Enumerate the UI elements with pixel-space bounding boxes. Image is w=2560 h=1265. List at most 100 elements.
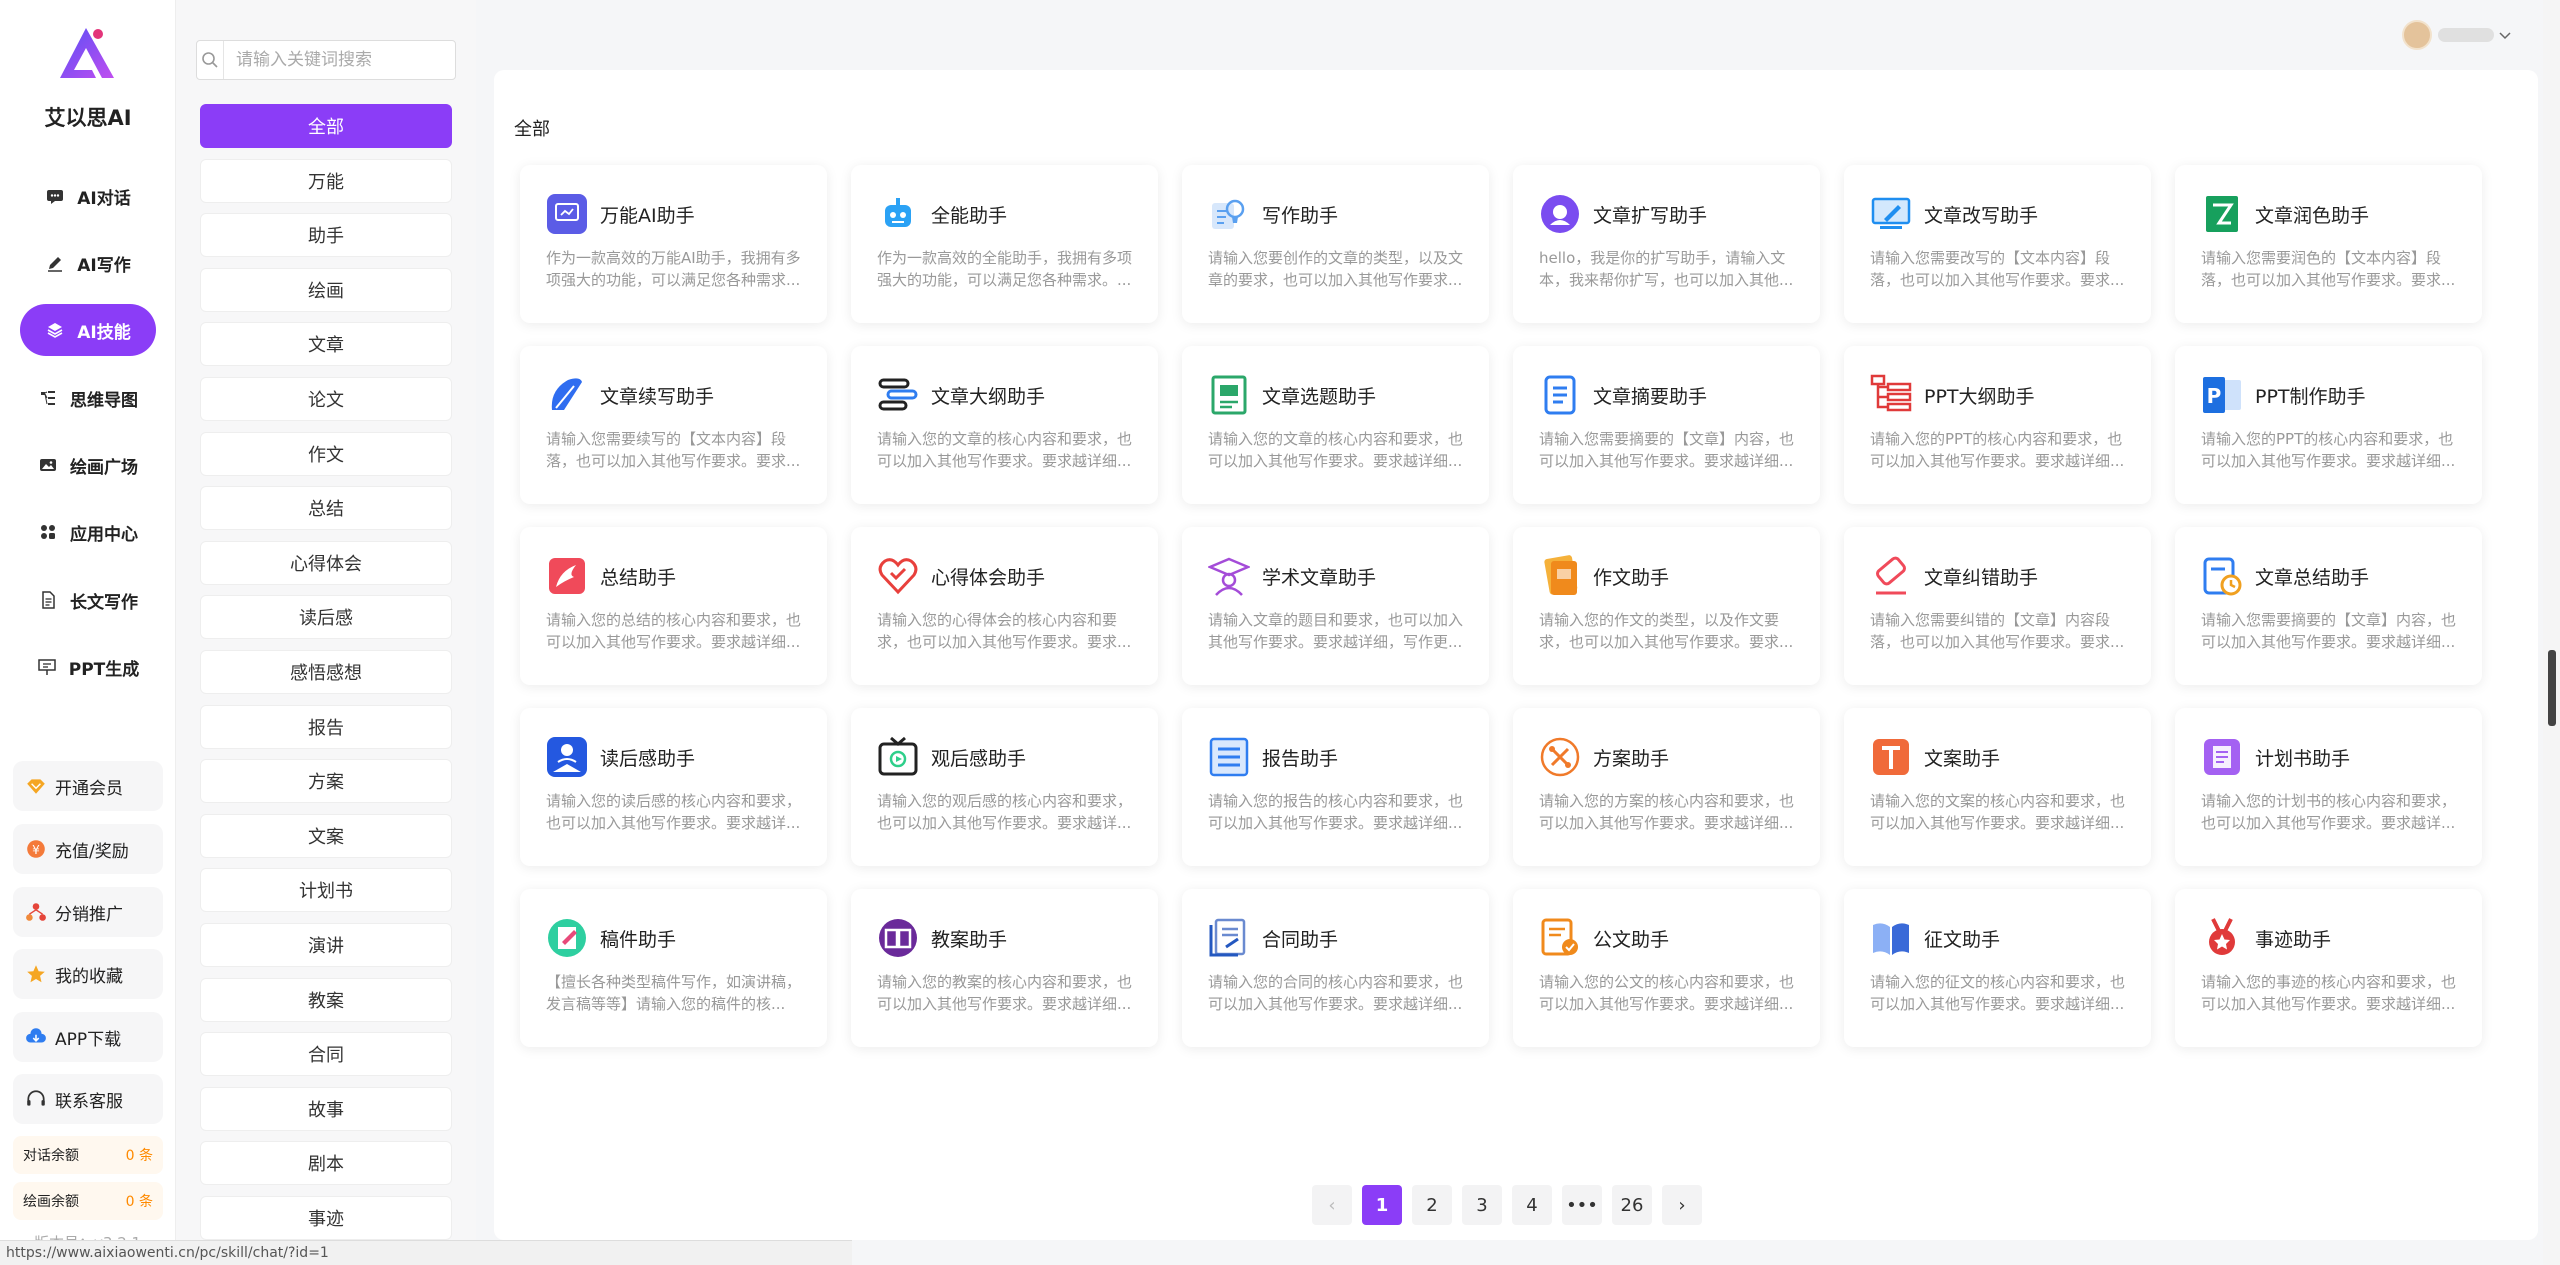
- chevron-down-icon: [2499, 32, 2511, 40]
- skill-card[interactable]: 作文助手 请输入您的作文的类型，以及作文要求，也可以加入其他写作要求。要求...: [1513, 527, 1820, 685]
- skill-card[interactable]: 写作助手 请输入您要创作的文章的类型，以及文章的要求，也可以加入其他写作要求...: [1182, 165, 1489, 323]
- skill-card[interactable]: 文章润色助手 请输入您需要润色的【文本内容】段落，也可以加入其他写作要求。要求..…: [2175, 165, 2482, 323]
- skill-card[interactable]: 万能AI助手 作为一款高效的万能AI助手，我拥有多项强大的功能，可以满足您各种需求…: [520, 165, 827, 323]
- scrollbar-thumb[interactable]: [2548, 650, 2556, 726]
- pen-icon: [45, 253, 65, 273]
- skill-card[interactable]: 文案助手 请输入您的文案的核心内容和要求，也可以加入其他写作要求。要求越详细...: [1844, 708, 2151, 866]
- nav-item-5[interactable]: 应用中心: [20, 506, 156, 558]
- page-button[interactable]: 2: [1412, 1185, 1452, 1225]
- skill-card[interactable]: 心得体会助手 请输入您的心得体会的核心内容和要求，也可以加入其他写作要求。要求..…: [851, 527, 1158, 685]
- skill-card-title: 文章纠错助手: [1924, 566, 2039, 589]
- skill-card[interactable]: 文章总结助手 请输入您需要摘要的【文章】内容，也可以加入其他写作要求。要求越详细.…: [2175, 527, 2482, 685]
- skill-card[interactable]: 读后感助手 请输入您的读后感的核心内容和要求，也可以加入其他写作要求。要求越详..…: [520, 708, 827, 866]
- category-item[interactable]: 读后感: [200, 595, 452, 640]
- category-item[interactable]: 感悟感想: [200, 650, 452, 694]
- username-blurred: [2438, 28, 2494, 42]
- skill-card[interactable]: 总结助手 请输入您的总结的核心内容和要求，也可以加入其他写作要求。要求越详细...: [520, 527, 827, 685]
- search-input[interactable]: [224, 50, 455, 70]
- skill-card[interactable]: 征文助手 请输入您的征文的核心内容和要求，也可以加入其他写作要求。要求越详细...: [1844, 889, 2151, 1047]
- skill-card-desc: 请输入您的事迹的核心内容和要求，也可以加入其他写作要求。要求越详细...: [2201, 973, 2456, 1013]
- page-scrollbar[interactable]: [2543, 0, 2560, 1265]
- skill-card-desc: 请输入您的公文的核心内容和要求，也可以加入其他写作要求。要求越详细...: [1539, 973, 1794, 1013]
- search-icon[interactable]: [197, 41, 224, 79]
- document-polish-icon: [2201, 193, 2243, 235]
- util-item-0[interactable]: 开通会员: [13, 761, 163, 811]
- user-menu[interactable]: [2402, 20, 2512, 50]
- skill-card-title: 报告助手: [1262, 747, 1339, 770]
- nav-item-7[interactable]: PPT生成: [20, 641, 156, 693]
- skill-card[interactable]: 文章改写助手 请输入您需要改写的【文本内容】段落，也可以加入其他写作要求。要求..…: [1844, 165, 2151, 323]
- svg-text:¥: ¥: [32, 843, 40, 857]
- next-page-button[interactable]: ›: [1662, 1185, 1702, 1225]
- skill-card[interactable]: 计划书助手 请输入您的计划书的核心内容和要求，也可以加入其他写作要求。要求越详..…: [2175, 708, 2482, 866]
- category-item[interactable]: 计划书: [200, 868, 452, 913]
- category-item[interactable]: 论文: [200, 377, 452, 421]
- brand-logo[interactable]: 艾以思AI: [0, 24, 176, 132]
- skill-card[interactable]: 合同助手 请输入您的合同的核心内容和要求，也可以加入其他写作要求。要求越详细...: [1182, 889, 1489, 1047]
- nav-item-2[interactable]: AI技能: [20, 304, 156, 356]
- skill-card[interactable]: 公文助手 请输入您的公文的核心内容和要求，也可以加入其他写作要求。要求越详细...: [1513, 889, 1820, 1047]
- nav-item-6[interactable]: 长文写作: [20, 574, 156, 626]
- util-item-3[interactable]: 我的收藏: [13, 949, 163, 999]
- skill-card[interactable]: 文章纠错助手 请输入您需要纠错的【文章】内容段落，也可以加入其他写作要求。要求..…: [1844, 527, 2151, 685]
- category-item[interactable]: 演讲: [200, 923, 452, 967]
- monitor-edit-icon: [1870, 193, 1912, 235]
- presentation-icon: [37, 657, 57, 677]
- page-button[interactable]: •••: [1562, 1185, 1602, 1225]
- nav-item-3[interactable]: 思维导图: [20, 372, 156, 424]
- util-item-1[interactable]: ¥ 充值/奖励: [13, 824, 163, 874]
- category-item[interactable]: 方案: [200, 759, 452, 804]
- category-item[interactable]: 助手: [200, 213, 452, 258]
- category-item[interactable]: 合同: [200, 1032, 452, 1077]
- category-item[interactable]: 绘画: [200, 267, 452, 312]
- skill-card[interactable]: 方案助手 请输入您的方案的核心内容和要求，也可以加入其他写作要求。要求越详细...: [1513, 708, 1820, 866]
- skill-card-title: 文章续写助手: [600, 385, 715, 408]
- skill-card[interactable]: 文章摘要助手 请输入您需要摘要的【文章】内容，也可以加入其他写作要求。要求越详细.…: [1513, 346, 1820, 504]
- util-item-4[interactable]: APP下载: [13, 1012, 163, 1062]
- page-button[interactable]: 3: [1462, 1185, 1502, 1225]
- skill-card[interactable]: 文章选题助手 请输入您的文章的核心内容和要求，也可以加入其他写作要求。要求越详细.…: [1182, 346, 1489, 504]
- category-item[interactable]: 教案: [200, 977, 452, 1022]
- category-item[interactable]: 文章: [200, 322, 452, 367]
- skill-card[interactable]: P PPT制作助手 请输入您的PPT的核心内容和要求，也可以加入其他写作要求。要求越…: [2175, 346, 2482, 504]
- nav-item-0[interactable]: AI对话: [20, 170, 156, 222]
- category-item[interactable]: 报告: [200, 704, 452, 749]
- medal-icon: [2201, 917, 2243, 959]
- skill-card[interactable]: 报告助手 请输入您的报告的核心内容和要求，也可以加入其他写作要求。要求越详细...: [1182, 708, 1489, 866]
- skill-card[interactable]: 稿件助手 【擅长各种类型稿件写作，如演讲稿，发言稿等等】请输入您的稿件的核...: [520, 889, 827, 1047]
- category-item[interactable]: 文案: [200, 813, 452, 858]
- category-item[interactable]: 事迹: [200, 1196, 452, 1240]
- nav-item-4[interactable]: 绘画广场: [20, 439, 156, 491]
- skill-card[interactable]: 教案助手 请输入您的教案的核心内容和要求，也可以加入其他写作要求。要求越详细...: [851, 889, 1158, 1047]
- skill-card[interactable]: 文章扩写助手 hello，我是你的扩写助手，请输入文本，我来帮你扩写，也可以加入其…: [1513, 165, 1820, 323]
- category-item[interactable]: 心得体会: [200, 540, 452, 585]
- skill-card[interactable]: PPT大纲助手 请输入您的PPT的核心内容和要求，也可以加入其他写作要求。要求越详…: [1844, 346, 2151, 504]
- image-icon: [38, 455, 58, 475]
- page-button[interactable]: 1: [1362, 1185, 1402, 1225]
- page-button[interactable]: 26: [1612, 1185, 1652, 1225]
- nav-item-1[interactable]: AI写作: [20, 237, 156, 289]
- search-box: [196, 40, 456, 80]
- category-item[interactable]: 万能: [200, 158, 452, 203]
- skill-card[interactable]: 文章大纲助手 请输入您的文章的核心内容和要求，也可以加入其他写作要求。要求越详细.…: [851, 346, 1158, 504]
- util-item-label: 充值/奖励: [55, 841, 129, 862]
- category-item[interactable]: 作文: [200, 431, 452, 476]
- category-item[interactable]: 总结: [200, 486, 452, 531]
- skill-card-title: 文章大纲助手: [931, 385, 1046, 408]
- skill-card-title: 文章总结助手: [2255, 566, 2370, 589]
- skill-card-desc: 作为一款高效的万能AI助手，我拥有多项强大的功能，可以满足您各种需求...: [546, 249, 801, 289]
- page-button[interactable]: 4: [1512, 1185, 1552, 1225]
- skill-card[interactable]: 观后感助手 请输入您的观后感的核心内容和要求，也可以加入其他写作要求。要求越详..…: [851, 708, 1158, 866]
- skill-card[interactable]: 全能助手 作为一款高效的全能助手，我拥有多项强大的功能，可以满足您各种需求。...: [851, 165, 1158, 323]
- util-item-5[interactable]: 联系客服: [13, 1074, 163, 1124]
- util-item-label: 分销推广: [55, 904, 123, 925]
- util-item-2[interactable]: 分销推广: [13, 887, 163, 937]
- prev-page-button[interactable]: ‹: [1312, 1185, 1352, 1225]
- category-item[interactable]: 剧本: [200, 1141, 452, 1186]
- skill-card[interactable]: 学术文章助手 请输入文章的题目和要求，也可以加入其他写作要求。要求越详细，写作更.…: [1182, 527, 1489, 685]
- category-item[interactable]: 全部: [200, 104, 452, 148]
- skill-card-title: 征文助手: [1924, 928, 2001, 951]
- category-item[interactable]: 故事: [200, 1086, 452, 1131]
- skill-card[interactable]: 事迹助手 请输入您的事迹的核心内容和要求，也可以加入其他写作要求。要求越详细...: [2175, 889, 2482, 1047]
- skill-card[interactable]: 文章续写助手 请输入您需要续写的【文本内容】段落，也可以加入其他写作要求。要求..…: [520, 346, 827, 504]
